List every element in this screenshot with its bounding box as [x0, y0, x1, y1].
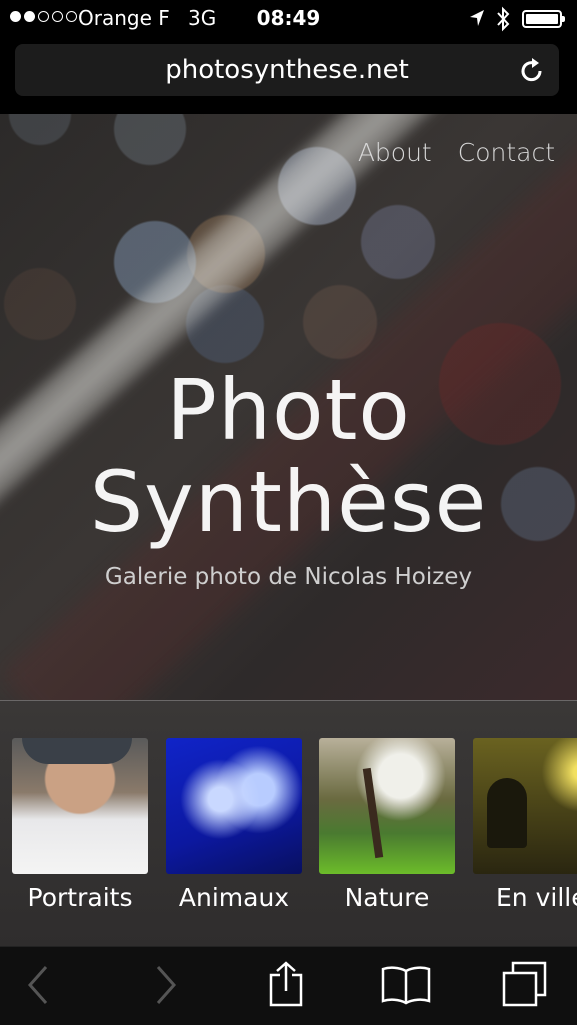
hero-banner: About Contact Photo Synthèse Galerie pho…	[0, 114, 577, 700]
nature-thumbnail[interactable]	[319, 738, 455, 874]
bookmarks-icon[interactable]	[381, 965, 431, 1005]
reload-icon[interactable]	[519, 57, 545, 85]
en-ville-thumbnail[interactable]	[473, 738, 577, 874]
gallery-categories: Portraits Animaux Nature En ville	[0, 700, 577, 947]
bluetooth-icon	[497, 6, 510, 32]
gallery-card-animaux[interactable]: Animaux	[166, 738, 302, 912]
gallery-card-nature[interactable]: Nature	[319, 738, 455, 912]
gallery-card-portraits[interactable]: Portraits	[12, 738, 148, 912]
site-title[interactable]: Photo Synthèse	[0, 364, 577, 548]
top-navigation: About Contact	[358, 138, 555, 167]
nav-about-link[interactable]: About	[358, 138, 432, 167]
share-icon[interactable]	[268, 961, 304, 1007]
forward-icon[interactable]	[154, 965, 178, 1005]
address-bar[interactable]: photosynthese.net	[15, 44, 559, 96]
site-title-line2: Synthèse	[89, 453, 488, 551]
gallery-label[interactable]: En ville	[496, 883, 577, 912]
browser-address-area: photosynthese.net	[0, 40, 577, 114]
location-arrow-icon	[470, 10, 484, 26]
back-icon[interactable]	[26, 965, 50, 1005]
status-bar: Orange F 3G 08:49	[0, 0, 577, 40]
animaux-thumbnail[interactable]	[166, 738, 302, 874]
battery-icon	[522, 10, 565, 28]
gallery-card-en-ville[interactable]: En ville	[473, 738, 577, 912]
gallery-label[interactable]: Portraits	[12, 883, 148, 912]
gallery-label[interactable]: Nature	[319, 883, 455, 912]
browser-toolbar	[0, 946, 577, 1025]
portraits-thumbnail[interactable]	[12, 738, 148, 874]
tabs-icon[interactable]	[501, 961, 549, 1007]
site-subtitle: Galerie photo de Nicolas Hoizey	[104, 564, 473, 590]
status-time: 08:49	[256, 6, 321, 30]
url-text[interactable]: photosynthese.net	[15, 55, 559, 85]
gallery-label[interactable]: Animaux	[166, 883, 302, 912]
nav-contact-link[interactable]: Contact	[458, 138, 555, 167]
site-title-line1: Photo	[166, 361, 411, 459]
